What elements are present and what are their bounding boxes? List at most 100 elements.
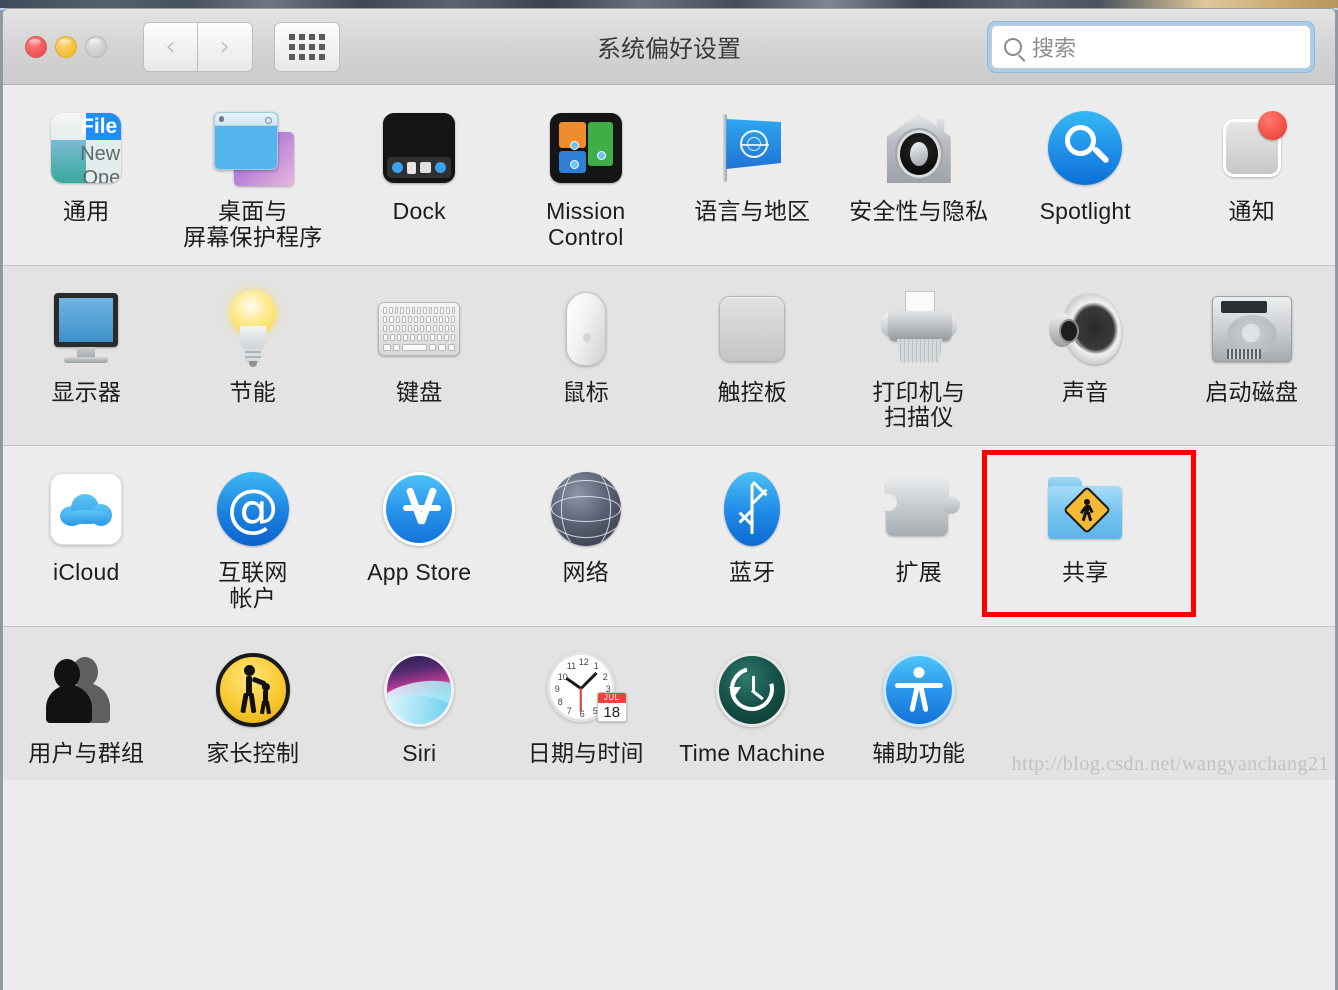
pane-time-machine[interactable]: Time Machine xyxy=(669,649,836,767)
pane-siri[interactable]: Siri xyxy=(336,649,503,767)
pane-label: 语言与地区 xyxy=(694,198,811,224)
pane-users-groups[interactable]: 用户与群组 xyxy=(3,649,170,767)
mouse-icon xyxy=(545,288,627,370)
security-privacy-icon xyxy=(878,107,960,189)
pane-label: iCloud xyxy=(53,559,120,585)
pane-label: Dock xyxy=(392,198,446,224)
pane-label: 互联网 帐户 xyxy=(217,559,288,611)
pane-network[interactable]: 网络 xyxy=(503,468,670,612)
pane-security-privacy[interactable]: 安全性与隐私 xyxy=(836,107,1003,251)
pane-empty-slot xyxy=(1169,649,1336,767)
clock-numeral: 12 xyxy=(578,656,589,667)
pane-label: 通用 xyxy=(63,198,110,224)
pane-desktop-screensaver[interactable]: 桌面与 屏幕保护程序 xyxy=(170,107,337,251)
show-all-button[interactable] xyxy=(274,21,340,72)
internet-accounts-at-icon: @ xyxy=(212,468,294,550)
printers-scanners-icon xyxy=(878,288,960,370)
mission-control-icon xyxy=(545,107,627,189)
pane-label: 网络 xyxy=(562,559,609,585)
pane-sharing[interactable]: 共享 xyxy=(982,450,1196,617)
pane-row-internet: iCloud @ 互联网 帐户 App Store 网络 蓝牙 扩展 共享 xyxy=(3,445,1335,626)
pane-row-system: 用户与群组 家长控制 Siri 12 1 2 3 5 6 7 8 9 10 11… xyxy=(3,625,1336,781)
pane-row-personal: File New Ope 通用 桌面与 屏幕保护程序 Dock Mission … xyxy=(3,85,1335,265)
pane-accessibility[interactable]: 辅助功能 xyxy=(836,649,1003,767)
pane-label: 安全性与隐私 xyxy=(849,198,989,224)
pane-dock[interactable]: Dock xyxy=(336,107,503,251)
pane-label: 打印机与 扫描仪 xyxy=(872,378,966,431)
pane-spotlight[interactable]: Spotlight xyxy=(1002,107,1169,251)
pane-label: Siri xyxy=(402,739,437,766)
pane-mouse[interactable]: 鼠标 xyxy=(503,288,670,432)
general-icon-new-text: New xyxy=(80,143,121,165)
chevron-right-icon: › xyxy=(219,31,231,62)
icloud-icon xyxy=(45,468,127,550)
dock-icon xyxy=(378,107,460,189)
window-titlebar: ‹ › 系统偏好设置 搜索 xyxy=(3,9,1335,85)
pane-displays[interactable]: 显示器 xyxy=(3,288,170,432)
pane-general[interactable]: File New Ope 通用 xyxy=(3,107,170,251)
chevron-left-icon: ‹ xyxy=(165,31,176,62)
pane-app-store[interactable]: App Store xyxy=(336,468,503,612)
notification-badge-icon xyxy=(1257,111,1287,140)
pane-startup-disk[interactable]: 启动磁盘 xyxy=(1169,288,1336,432)
extensions-puzzle-icon xyxy=(878,468,960,550)
clock-numeral: 8 xyxy=(557,696,563,707)
pane-extensions[interactable]: 扩展 xyxy=(836,468,1003,612)
pane-label: 鼠标 xyxy=(562,378,609,405)
clock-numeral: 9 xyxy=(554,683,560,694)
clock-numeral: 11 xyxy=(566,660,577,671)
search-placeholder: 搜索 xyxy=(1032,36,1077,61)
zoom-button[interactable] xyxy=(85,35,107,58)
pane-printers-scanners[interactable]: 打印机与 扫描仪 xyxy=(836,288,1003,432)
date-time-clock-icon: 12 1 2 3 4 5 6 7 8 9 10 xyxy=(545,649,627,731)
pane-parental-controls[interactable]: 家长控制 xyxy=(170,649,337,767)
desktop-screensaver-icon xyxy=(212,107,294,189)
pane-label: 辅助功能 xyxy=(872,739,966,766)
bluetooth-icon xyxy=(711,468,793,550)
pane-mission-control[interactable]: Mission Control xyxy=(503,107,670,251)
clock-numeral: 7 xyxy=(566,705,572,716)
close-button[interactable] xyxy=(25,35,47,58)
pane-internet-accounts[interactable]: @ 互联网 帐户 xyxy=(170,468,337,612)
clock-numeral: 1 xyxy=(593,660,599,671)
pane-row-hardware: 显示器 节能 键盘 鼠标 触控板 打印机与 扫描仪 声音 启动磁盘 xyxy=(3,264,1336,445)
pane-notifications[interactable]: 通知 xyxy=(1169,107,1336,251)
blog-watermark: http://blog.csdn.net/wangyanchang21 xyxy=(1011,753,1329,776)
spotlight-icon xyxy=(1044,107,1126,189)
clock-numeral: 2 xyxy=(602,671,608,682)
pane-bluetooth[interactable]: 蓝牙 xyxy=(669,468,836,612)
search-icon xyxy=(1004,38,1022,56)
pane-label: 家长控制 xyxy=(206,739,300,766)
pane-trackpad[interactable]: 触控板 xyxy=(669,288,836,432)
pane-label: 通知 xyxy=(1228,198,1275,224)
pane-label: Mission Control xyxy=(546,198,626,250)
pane-empty-slot xyxy=(1002,649,1169,767)
energy-saver-bulb-icon xyxy=(212,288,294,370)
pane-date-time[interactable]: 12 1 2 3 4 5 6 7 8 9 10 xyxy=(503,649,670,767)
pane-icloud[interactable]: iCloud xyxy=(3,468,170,612)
pane-label: 节能 xyxy=(229,378,276,405)
search-input[interactable]: 搜索 xyxy=(991,25,1311,69)
trackpad-icon xyxy=(711,288,793,370)
pane-label: 显示器 xyxy=(51,378,122,405)
minimize-button[interactable] xyxy=(55,35,77,58)
pane-label: 键盘 xyxy=(396,378,443,405)
forward-button[interactable]: › xyxy=(198,21,253,72)
pane-label: 启动磁盘 xyxy=(1205,378,1299,405)
navigation-buttons: ‹ › xyxy=(143,21,253,72)
pane-label: 日期与时间 xyxy=(527,739,644,766)
pane-sound[interactable]: 声音 xyxy=(1002,286,1169,432)
pane-label: 触控板 xyxy=(717,378,788,405)
pane-keyboard[interactable]: 键盘 xyxy=(336,288,503,432)
pane-label: 用户与群组 xyxy=(28,739,145,766)
preference-panes-grid: File New Ope 通用 桌面与 屏幕保护程序 Dock Mission … xyxy=(3,85,1335,990)
pane-label: 扩展 xyxy=(895,559,942,585)
accessibility-icon xyxy=(878,649,960,731)
back-button[interactable]: ‹ xyxy=(143,21,198,72)
pane-label: 共享 xyxy=(1062,559,1109,585)
pane-energy-saver[interactable]: 节能 xyxy=(170,288,337,432)
pane-language-region[interactable]: 语言与地区 xyxy=(669,107,836,251)
keyboard-icon xyxy=(378,288,461,370)
pane-label: App Store xyxy=(367,559,472,585)
grid-dots-icon xyxy=(289,33,325,60)
